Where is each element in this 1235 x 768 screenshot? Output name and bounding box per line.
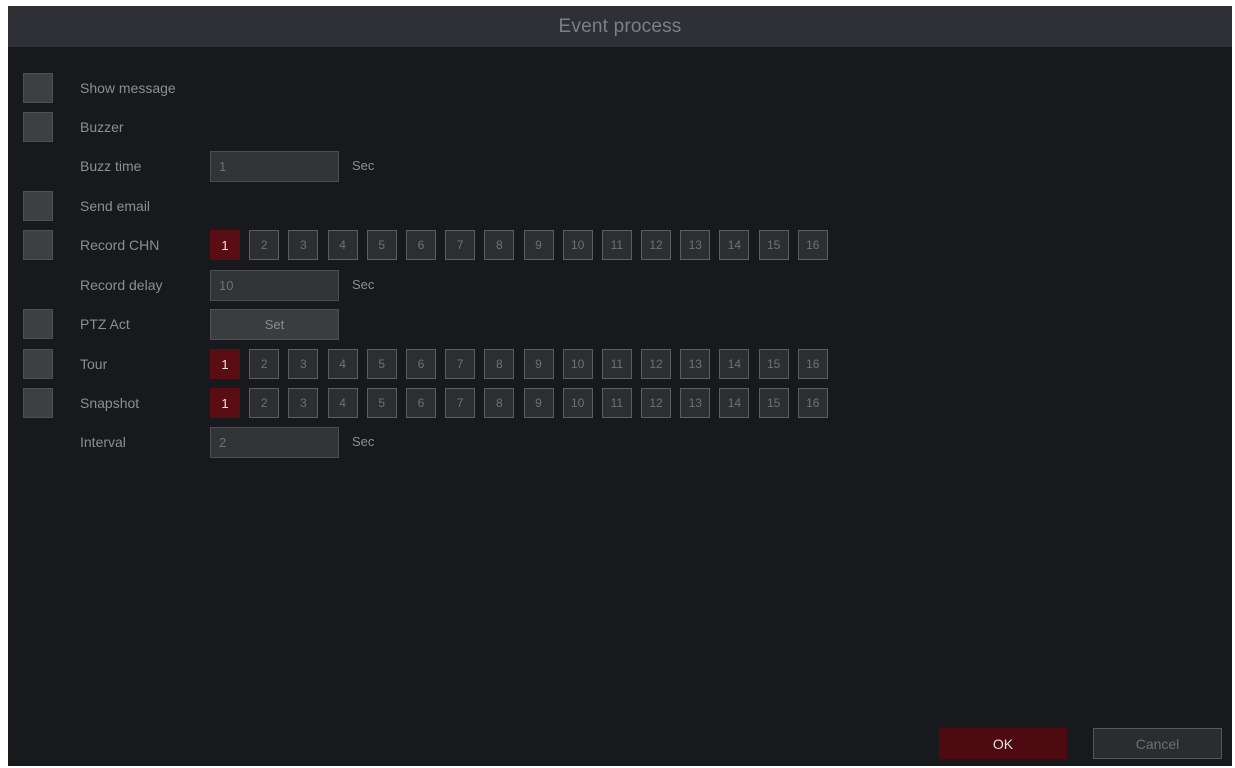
send-email-label: Send email: [80, 198, 151, 214]
record-chn-channel-group: 1 2 3 4 5 6 7 8 9 10 11 12 13 14 15 16: [210, 230, 837, 260]
record-chn-channel-13-button[interactable]: 13: [680, 230, 711, 260]
buzzer-row: Buzzer: [8, 112, 1208, 142]
tour-channel-10-button[interactable]: 10: [562, 349, 593, 379]
record-chn-label: Record CHN: [80, 237, 160, 253]
send-email-checkbox[interactable]: [23, 191, 53, 221]
snapshot-channel-6-button[interactable]: 6: [405, 388, 436, 418]
record-delay-label: Record delay: [80, 277, 163, 293]
tour-row: Tour 1 2 3 4 5 6 7 8 9 10 11 12 13 14 15 16: [8, 349, 1208, 379]
record-chn-channel-16-button[interactable]: 16: [797, 230, 828, 260]
tour-channel-8-button[interactable]: 8: [484, 349, 515, 379]
record-chn-channel-12-button[interactable]: 12: [641, 230, 672, 260]
interval-unit: Sec: [352, 434, 375, 449]
tour-channel-6-button[interactable]: 6: [405, 349, 436, 379]
interval-input[interactable]: 2: [210, 427, 339, 458]
record-chn-channel-1-button[interactable]: 1: [210, 230, 240, 260]
tour-channel-16-button[interactable]: 16: [797, 349, 828, 379]
record-chn-channel-2-button[interactable]: 2: [249, 230, 280, 260]
snapshot-checkbox[interactable]: [23, 388, 53, 418]
interval-row: Interval 2 Sec: [8, 427, 1208, 458]
tour-channel-12-button[interactable]: 12: [641, 349, 672, 379]
snapshot-channel-13-button[interactable]: 13: [680, 388, 711, 418]
record-chn-channel-3-button[interactable]: 3: [288, 230, 319, 260]
tour-channel-3-button[interactable]: 3: [288, 349, 319, 379]
tour-channel-4-button[interactable]: 4: [327, 349, 358, 379]
tour-channel-group: 1 2 3 4 5 6 7 8 9 10 11 12 13 14 15 16: [210, 349, 837, 379]
tour-checkbox[interactable]: [23, 349, 53, 379]
tour-label: Tour: [80, 356, 108, 372]
record-chn-channel-10-button[interactable]: 10: [562, 230, 593, 260]
show-message-label: Show message: [80, 80, 176, 96]
record-chn-channel-15-button[interactable]: 15: [758, 230, 789, 260]
record-chn-channel-5-button[interactable]: 5: [366, 230, 397, 260]
tour-channel-13-button[interactable]: 13: [680, 349, 711, 379]
title-bar: Event process: [8, 6, 1232, 47]
show-message-checkbox[interactable]: [23, 73, 53, 103]
record-chn-row: Record CHN 1 2 3 4 5 6 7 8 9 10 11 12 13 14 15 16: [8, 230, 1208, 260]
record-chn-channel-14-button[interactable]: 14: [719, 230, 750, 260]
ptz-act-checkbox[interactable]: [23, 309, 53, 339]
record-delay-row: Record delay 10 Sec: [8, 270, 1208, 301]
snapshot-channel-9-button[interactable]: 9: [523, 388, 554, 418]
record-chn-channel-11-button[interactable]: 11: [601, 230, 632, 260]
snapshot-channel-1-button[interactable]: 1: [210, 388, 240, 418]
ptz-act-label: PTZ Act: [80, 316, 130, 332]
tour-channel-14-button[interactable]: 14: [719, 349, 750, 379]
snapshot-channel-16-button[interactable]: 16: [797, 388, 828, 418]
buzzer-label: Buzzer: [80, 119, 124, 135]
tour-channel-11-button[interactable]: 11: [601, 349, 632, 379]
snapshot-channel-group: 1 2 3 4 5 6 7 8 9 10 11 12 13 14 15 16: [210, 388, 837, 418]
snapshot-channel-10-button[interactable]: 10: [562, 388, 593, 418]
ok-button[interactable]: OK: [939, 728, 1067, 759]
cancel-button[interactable]: Cancel: [1093, 728, 1222, 759]
buzzer-checkbox[interactable]: [23, 112, 53, 142]
tour-channel-5-button[interactable]: 5: [366, 349, 397, 379]
record-chn-channel-6-button[interactable]: 6: [405, 230, 436, 260]
snapshot-channel-15-button[interactable]: 15: [758, 388, 789, 418]
snapshot-row: Snapshot 1 2 3 4 5 6 7 8 9 10 11 12 13 14 15 16: [8, 388, 1208, 418]
buzz-time-input[interactable]: 1: [210, 151, 339, 182]
snapshot-channel-2-button[interactable]: 2: [249, 388, 280, 418]
show-message-row: Show message: [8, 73, 1208, 103]
snapshot-channel-4-button[interactable]: 4: [327, 388, 358, 418]
record-chn-checkbox[interactable]: [23, 230, 53, 260]
snapshot-channel-12-button[interactable]: 12: [641, 388, 672, 418]
record-chn-channel-8-button[interactable]: 8: [484, 230, 515, 260]
record-chn-channel-9-button[interactable]: 9: [523, 230, 554, 260]
snapshot-channel-11-button[interactable]: 11: [601, 388, 632, 418]
buzz-time-unit: Sec: [352, 158, 375, 173]
record-chn-channel-7-button[interactable]: 7: [445, 230, 476, 260]
snapshot-channel-8-button[interactable]: 8: [484, 388, 515, 418]
interval-label: Interval: [80, 434, 126, 450]
tour-channel-9-button[interactable]: 9: [523, 349, 554, 379]
snapshot-channel-5-button[interactable]: 5: [366, 388, 397, 418]
send-email-row: Send email: [8, 191, 1208, 221]
buzz-time-row: Buzz time 1 Sec: [8, 151, 1208, 182]
snapshot-channel-7-button[interactable]: 7: [445, 388, 476, 418]
window-title: Event process: [558, 15, 682, 37]
tour-channel-15-button[interactable]: 15: [758, 349, 789, 379]
ptz-set-button[interactable]: Set: [210, 309, 339, 340]
snapshot-channel-14-button[interactable]: 14: [719, 388, 750, 418]
snapshot-label: Snapshot: [80, 395, 140, 411]
event-process-dialog: Event process Show message Buzzer Buzz t…: [8, 6, 1232, 766]
record-delay-input[interactable]: 10: [210, 270, 339, 301]
tour-channel-1-button[interactable]: 1: [210, 349, 240, 379]
record-delay-unit: Sec: [352, 277, 375, 292]
tour-channel-2-button[interactable]: 2: [249, 349, 280, 379]
tour-channel-7-button[interactable]: 7: [445, 349, 476, 379]
snapshot-channel-3-button[interactable]: 3: [288, 388, 319, 418]
buzz-time-label: Buzz time: [80, 158, 142, 174]
record-chn-channel-4-button[interactable]: 4: [327, 230, 358, 260]
ptz-act-row: PTZ Act Set: [8, 309, 1208, 340]
